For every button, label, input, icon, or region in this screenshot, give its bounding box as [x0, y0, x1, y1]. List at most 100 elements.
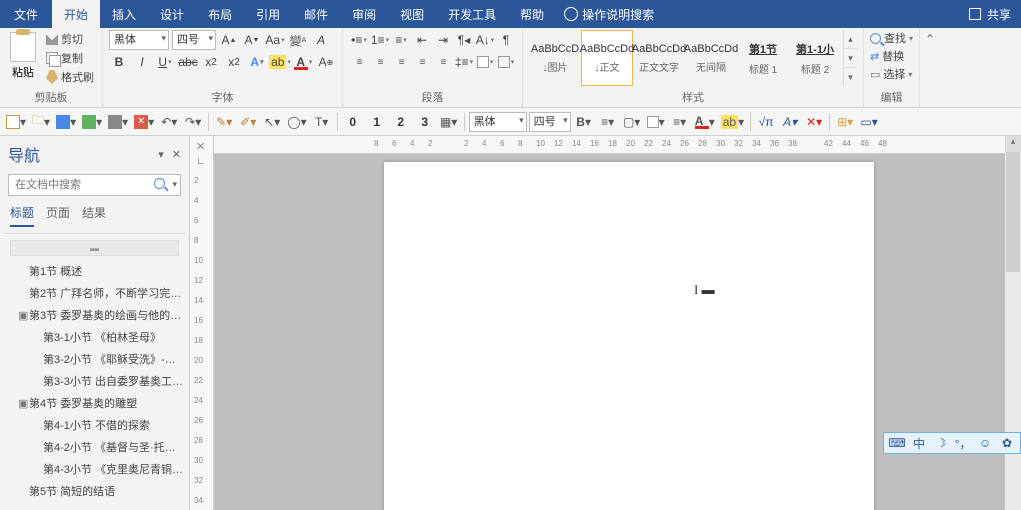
tab-references[interactable]: 引用 [244, 0, 292, 28]
text-effects-button[interactable]: A▾ [247, 52, 267, 72]
align-dist-button[interactable]: ≡ [433, 52, 453, 72]
indent-dec-button[interactable]: ⇤ [412, 30, 432, 50]
tab-developer[interactable]: 开发工具 [436, 0, 508, 28]
sec-num-3[interactable]: 3 [414, 111, 436, 133]
select-button[interactable]: ▭选择▾ [870, 66, 913, 82]
ime-bar[interactable]: ⌨ 中 ☽ °， ☺ ✿ [883, 432, 1021, 454]
align-left-button[interactable]: ≡ [349, 52, 369, 72]
nav-item[interactable]: 第4-2小节 《基督与圣·托马斯》 [2, 436, 187, 458]
nav-tab-headings[interactable]: 标题 [10, 204, 34, 227]
sec-circle[interactable]: ◯▾ [285, 111, 308, 133]
sec-eq[interactable]: √π [755, 111, 777, 133]
phonetic-button[interactable]: 變A [288, 30, 308, 50]
nav-minimize-button[interactable]: ▾ [158, 148, 164, 161]
ribbon-collapse-button[interactable]: ⌃ [920, 28, 940, 107]
sec-size-select[interactable]: 四号 [529, 112, 571, 132]
ime-punct[interactable]: °， [954, 434, 972, 452]
sec-num-2[interactable]: 2 [390, 111, 412, 133]
tab-design[interactable]: 设计 [148, 0, 196, 28]
font-family-select[interactable]: 黑体 [109, 30, 169, 50]
share-button[interactable]: 共享 [987, 6, 1011, 23]
shading-button[interactable]: ▾ [475, 52, 495, 72]
indent-inc-button[interactable]: ⇥ [433, 30, 453, 50]
search-dropdown[interactable]: ▾ [172, 179, 177, 190]
sec-redo[interactable]: ↷▾ [182, 111, 204, 133]
copy-button[interactable]: 复制 [44, 49, 96, 67]
tab-file[interactable]: 文件 [0, 0, 52, 28]
cut-button[interactable]: 剪切 [44, 30, 96, 48]
tab-mailings[interactable]: 邮件 [292, 0, 340, 28]
paste-button[interactable]: 粘贴 [6, 30, 40, 82]
nav-current-marker[interactable]: ▬ [10, 240, 179, 256]
strike-button[interactable]: abc [178, 52, 198, 72]
font-color-button[interactable]: A▾ [293, 52, 313, 72]
style-heading2[interactable]: 第1-1小标题 2 [789, 30, 841, 86]
sec-brush2[interactable]: ✐▾ [237, 111, 259, 133]
nav-item[interactable]: 第3-1小节 《柏林圣母》 [2, 326, 187, 348]
sec-para[interactable]: ≡▾ [669, 111, 691, 133]
nav-item[interactable]: 第3-3小节 出自委罗基奥工作室... [2, 370, 187, 392]
nav-item[interactable]: 第4-3小节 《克里奥尼青铜骑马... [2, 458, 187, 480]
nav-item[interactable]: 第5节 简短的结语 [2, 480, 187, 502]
sec-shade[interactable]: ▾ [645, 111, 667, 133]
shrink-font-button[interactable]: A▼ [242, 30, 262, 50]
styles-more-button[interactable]: ▾ [844, 68, 857, 86]
numbering-button[interactable]: 1≡▾ [370, 30, 390, 50]
sec-save2[interactable]: ▾ [80, 111, 104, 133]
sec-save[interactable]: ▾ [54, 111, 78, 133]
replace-button[interactable]: ⇄替换 [870, 48, 913, 64]
nav-close-button[interactable]: ✕ [172, 148, 181, 161]
sec-bold[interactable]: B▾ [573, 111, 595, 133]
grow-font-button[interactable]: A▲ [219, 30, 239, 50]
multilevel-button[interactable]: ≡▾ [391, 30, 411, 50]
tab-help[interactable]: 帮助 [508, 0, 556, 28]
ime-face-icon[interactable]: ☺ [976, 434, 994, 452]
sec-table[interactable]: ▦▾ [438, 111, 460, 133]
sec-align[interactable]: ≡▾ [597, 111, 619, 133]
nav-item[interactable]: ▣第4节 委罗基奥的雕塑 [2, 392, 187, 414]
subscript-button[interactable]: x2 [201, 52, 221, 72]
sec-border[interactable]: ▢▾ [621, 111, 643, 133]
clear-format-button[interactable]: A [311, 30, 331, 50]
sec-undo[interactable]: ↶▾ [158, 111, 180, 133]
find-button[interactable]: 查找▾ [870, 30, 913, 46]
highlight-button[interactable]: ab▾ [270, 52, 290, 72]
sec-gray[interactable]: ▾ [106, 111, 130, 133]
superscript-button[interactable]: x2 [224, 52, 244, 72]
sec-num-1[interactable]: 1 [366, 111, 388, 133]
ime-moon-icon[interactable]: ☽ [932, 434, 950, 452]
sec-page[interactable]: ▭▾ [858, 111, 880, 133]
show-marks-button[interactable]: ¶ [496, 30, 516, 50]
tab-home[interactable]: 开始 [52, 0, 100, 28]
sec-font-select[interactable]: 黑体 [469, 112, 527, 132]
tab-insert[interactable]: 插入 [100, 0, 148, 28]
tab-view[interactable]: 视图 [388, 0, 436, 28]
styles-down-button[interactable]: ▾ [844, 49, 857, 68]
sec-open[interactable]: 🗀▾ [30, 111, 52, 133]
style-bodytext[interactable]: AaBbCcDd正文文字 [633, 30, 685, 86]
scroll-thumb[interactable] [1006, 152, 1020, 272]
italic-button[interactable]: I [132, 52, 152, 72]
style-body[interactable]: AaBbCcDd↓正文 [581, 30, 633, 86]
borders-button[interactable]: ▾ [496, 52, 516, 72]
sort-button[interactable]: A↓▾ [475, 30, 495, 50]
tab-layout[interactable]: 布局 [196, 0, 244, 28]
enclose-button[interactable]: A⊕ [316, 52, 336, 72]
sec-text[interactable]: T▾ [311, 111, 333, 133]
bullets-button[interactable]: •≡▾ [349, 30, 369, 50]
sec-num-0[interactable]: 0 [342, 111, 364, 133]
sec-fontcolor[interactable]: A▾ [693, 111, 717, 133]
styles-up-button[interactable]: ▴ [844, 30, 857, 49]
bold-button[interactable]: B [109, 52, 129, 72]
sec-pencil[interactable]: ✎▾ [213, 111, 235, 133]
align-right-button[interactable]: ≡ [391, 52, 411, 72]
style-nospace[interactable]: AaBbCcDd无间隔 [685, 30, 737, 86]
nav-item[interactable]: 第2节 广拜名师，不断学习完善自己 [2, 282, 187, 304]
sec-new[interactable]: ▾ [4, 111, 28, 133]
nav-item[interactable]: ▣第3节 委罗基奥的绘画与他的工作室 [2, 304, 187, 326]
sec-group[interactable]: ⊞▾ [834, 111, 856, 133]
sec-del[interactable]: ✕▾ [803, 111, 825, 133]
format-painter-button[interactable]: 格式刷 [44, 68, 96, 86]
align-justify-button[interactable]: ≡ [412, 52, 432, 72]
nav-item[interactable]: 第4-1小节 不借的探索 [2, 414, 187, 436]
